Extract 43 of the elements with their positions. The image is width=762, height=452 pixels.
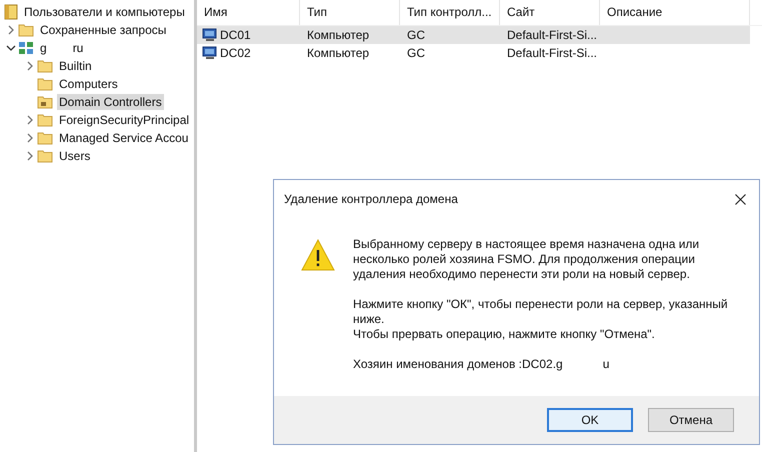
table-cell-text: Компьютер [306, 46, 370, 60]
folder-icon [37, 59, 53, 73]
tree-item[interactable]: Domain Controllers [57, 94, 164, 110]
snap-in-icon [4, 4, 18, 20]
folder-icon [37, 113, 53, 127]
computer-icon [202, 28, 218, 42]
message-text: Нажмите кнопку "ОК", чтобы перенести роли на сервер, указанный ниже. Чтобы прервать операцию, нажмите кнопку "Отмена". [353, 297, 729, 342]
computer-icon [202, 46, 218, 60]
table-cell: DC02 [220, 46, 251, 60]
table-cell-text: Default-First-Si... [506, 28, 598, 42]
column-header[interactable]: Тип контролл... [400, 0, 500, 25]
tree-item[interactable]: Users [57, 148, 92, 164]
dialog-title: Удаление контроллера домена [284, 192, 458, 206]
table-cell-text: Default-First-Si... [506, 46, 598, 60]
tree-item[interactable]: ForeignSecurityPrincipal [57, 112, 192, 128]
table-cell: DC01 [220, 28, 251, 42]
folder-icon [18, 23, 34, 37]
dialog-button[interactable]: Отмена [648, 408, 734, 432]
dialog-button[interactable]: OK [547, 408, 633, 432]
tree-item[interactable]: Computers [57, 76, 120, 92]
table-cell-text: GC [406, 46, 426, 60]
column-header[interactable]: Тип [300, 0, 400, 25]
close-icon[interactable] [735, 194, 746, 204]
table-row[interactable]: DC01 Компьютер GC Default-First-Si... [197, 26, 750, 44]
folder-icon [37, 95, 53, 109]
warning-icon [301, 239, 335, 271]
tree-root-label[interactable]: Пользователи и компьютеры [22, 4, 187, 20]
message-text: Выбранному серверу в настоящее время назначена одна или несколько ролей хозяина FSMO. Для продолжения операции удаления необходимо перенести эти роли на новый сервер. [353, 237, 700, 282]
tree-item[interactable]: Managed Service Accou [57, 130, 190, 146]
column-header[interactable]: Имя [197, 0, 300, 25]
table-cell-text: GC [406, 28, 426, 42]
tree-item[interactable]: Builtin [57, 58, 94, 74]
folder-icon [37, 149, 53, 163]
folder-icon [37, 77, 53, 91]
tree-item[interactable]: Сохраненные запросы [38, 22, 168, 38]
column-header[interactable]: Описание [600, 0, 750, 25]
folder-icon [37, 131, 53, 145]
table-cell-text: Компьютер [306, 28, 370, 42]
tree-item[interactable]: g ru [38, 40, 86, 56]
column-header[interactable]: Сайт [500, 0, 600, 25]
message-text: Хозяин именования доменов :DC02.g u [353, 357, 610, 372]
domain-icon [18, 41, 34, 55]
table-row[interactable]: DC02 Компьютер GC Default-First-Si... [197, 44, 750, 62]
